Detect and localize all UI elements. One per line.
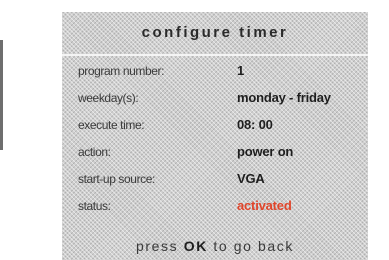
footer-prefix: press <box>135 238 184 254</box>
execute-time-value: 08: 00 <box>237 117 273 132</box>
start-up-source-value: VGA <box>237 171 265 186</box>
footer-hint: press OK to go back <box>62 238 368 254</box>
osd-configure-timer-panel: configure timer program number: 1 weekda… <box>62 12 368 260</box>
program-number-value: 1 <box>237 63 245 78</box>
row-weekdays[interactable]: weekday(s): monday - friday <box>62 89 368 109</box>
action-label: action: <box>78 145 111 159</box>
status-value: activated <box>237 198 292 213</box>
footer-suffix: to go back <box>207 238 295 254</box>
panel-title: configure timer <box>141 24 289 41</box>
weekdays-value: monday - friday <box>237 90 331 105</box>
start-up-source-label: start-up source: <box>78 172 155 186</box>
row-program-number[interactable]: program number: 1 <box>62 62 368 82</box>
row-execute-time[interactable]: execute time: 08: 00 <box>62 116 368 136</box>
title-divider <box>62 54 368 56</box>
status-label: status: <box>78 199 111 213</box>
action-value: power on <box>237 144 294 159</box>
program-number-label: program number: <box>78 64 165 78</box>
row-status[interactable]: status: activated <box>62 197 368 217</box>
screen: configure timer program number: 1 weekda… <box>0 0 389 260</box>
row-action[interactable]: action: power on <box>62 143 368 163</box>
ok-key-label: OK <box>183 238 208 254</box>
weekdays-label: weekday(s): <box>78 91 139 105</box>
left-edge-bar <box>0 40 3 150</box>
execute-time-label: execute time: <box>78 118 145 132</box>
row-start-up-source[interactable]: start-up source: VGA <box>62 170 368 190</box>
